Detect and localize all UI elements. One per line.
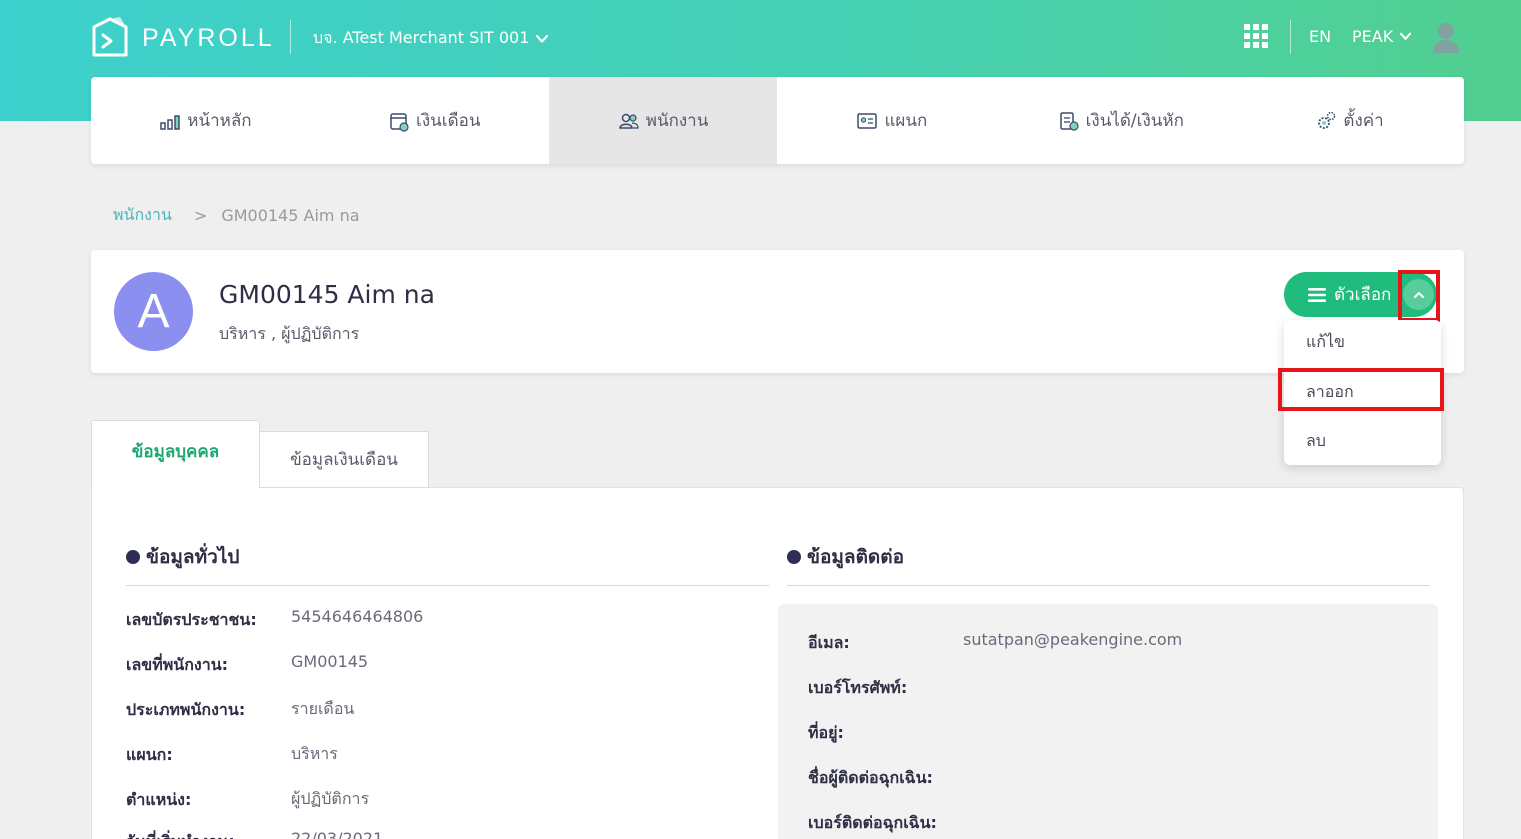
brand-name: PAYROLL <box>142 23 275 52</box>
field-label-emergency-contact: ชื่อผู้ติดต่อฉุกเฉิน: <box>808 768 933 787</box>
employee-department-position: บริหาร , ผู้ปฏิบัติการ <box>219 324 360 343</box>
field-label-position: ตำแหน่ง: <box>126 790 192 809</box>
field-value-department: บริหาร <box>291 744 338 763</box>
nav-item-home[interactable]: หน้าหลัก <box>91 77 320 164</box>
field-label-phone: เบอร์โทรศัพท์: <box>808 678 908 697</box>
money-doc-icon <box>1059 111 1079 131</box>
contact-section-title: ข้อมูลติดต่อ <box>787 542 904 572</box>
nav-item-salary[interactable]: เงินเดือน <box>320 77 549 164</box>
field-label-emergency-phone: เบอร์ติดต่อฉุกเฉิน: <box>808 813 937 832</box>
field-label-email: อีเมล: <box>808 633 850 652</box>
field-value-position: ผู้ปฏิบัติการ <box>291 789 370 808</box>
language-switch[interactable]: EN <box>1309 27 1331 46</box>
breadcrumb-current: GM00145 Aim na <box>221 206 360 225</box>
chevron-down-icon <box>536 34 549 43</box>
header-divider-right <box>1290 20 1291 54</box>
tab-salary-info[interactable]: ข้อมูลเงินเดือน <box>259 431 429 488</box>
section-title-text: ข้อมูลติดต่อ <box>807 546 904 568</box>
calendar-icon <box>390 112 409 132</box>
company-name: บจ. ATest Merchant SIT 001 <box>313 28 530 47</box>
nav-item-settings[interactable]: ตั้งค่า <box>1235 77 1464 164</box>
field-label-employee-type: ประเภทพนักงาน: <box>126 700 246 719</box>
options-toggle[interactable] <box>1403 279 1434 310</box>
chevron-up-icon <box>1413 291 1424 298</box>
field-value-employee-type: รายเดือน <box>291 699 355 718</box>
header-divider <box>290 20 291 54</box>
nav-item-label: เงินได้/เงินหัก <box>1085 111 1184 131</box>
field-value-id-card: 5454646464806 <box>291 607 424 626</box>
breadcrumb: พนักงาน > GM00145 Aim na <box>113 203 360 228</box>
users-icon <box>619 113 639 129</box>
company-selector[interactable]: บจ. ATest Merchant SIT 001 <box>313 26 549 51</box>
id-card-icon <box>857 112 878 129</box>
user-avatar-icon[interactable] <box>1430 20 1462 54</box>
options-label: ตัวเลือก <box>1334 285 1392 305</box>
menu-icon <box>1308 287 1326 302</box>
bullet-dot <box>126 550 140 564</box>
options-dropdown: แก้ไข ลาออก ลบ <box>1284 320 1441 465</box>
user-menu[interactable]: PEAK <box>1352 27 1412 46</box>
employee-name: GM00145 Aim na <box>219 280 435 309</box>
chevron-down-icon <box>1400 32 1412 40</box>
nav-item-label: แผนก <box>884 111 928 131</box>
field-label-start-date: วันที่เริ่มทำงาน: <box>126 830 235 839</box>
field-value-start-date: 22/03/2021 <box>291 829 384 839</box>
field-label-address: ที่อยู่: <box>808 723 844 742</box>
nav-item-income-deduction[interactable]: เงินได้/เงินหัก <box>1006 77 1235 164</box>
nav-item-label: หน้าหลัก <box>187 111 252 131</box>
bar-chart-icon <box>160 114 181 130</box>
nav-item-department[interactable]: แผนก <box>777 77 1006 164</box>
options-button[interactable]: ตัวเลือก <box>1284 272 1437 317</box>
field-value-email: sutatpan@peakengine.com <box>963 630 1183 649</box>
breadcrumb-separator: > <box>193 206 208 225</box>
payroll-logo-icon <box>92 17 128 57</box>
nav-item-label: เงินเดือน <box>416 111 481 131</box>
nav-item-label: ตั้งค่า <box>1343 111 1384 131</box>
menu-item-delete[interactable]: ลบ <box>1306 429 1326 454</box>
nav-item-employee[interactable]: พนักงาน <box>548 77 778 164</box>
field-value-employee-no: GM00145 <box>291 652 369 671</box>
avatar: A <box>114 272 193 351</box>
profile-card: A GM00145 Aim na บริหาร , ผู้ปฏิบัติการ <box>91 250 1464 373</box>
user-name: PEAK <box>1352 27 1394 46</box>
tab-personal-info[interactable]: ข้อมูลบุคคล <box>91 420 260 488</box>
section-divider <box>787 585 1430 586</box>
app-logo[interactable]: PAYROLL <box>90 14 275 62</box>
gears-icon <box>1318 111 1336 129</box>
field-label-department: แผนก: <box>126 745 173 764</box>
general-section-title: ข้อมูลทั่วไป <box>126 542 239 572</box>
top-bar: PAYROLL บจ. ATest Merchant SIT 001 EN PE… <box>0 0 1521 76</box>
menu-item-edit[interactable]: แก้ไข <box>1306 330 1345 355</box>
field-label-id-card: เลขบัตรประชาชน: <box>126 610 257 629</box>
apps-grid-icon[interactable] <box>1244 24 1268 48</box>
section-title-text: ข้อมูลทั่วไป <box>146 546 240 568</box>
main-nav: หน้าหลัก เงินเดือน พนักงาน แผนก เงินได้/… <box>91 77 1464 164</box>
menu-item-resign[interactable]: ลาออก <box>1306 380 1354 405</box>
bullet-dot <box>787 550 801 564</box>
section-divider <box>126 585 769 586</box>
breadcrumb-employee-link[interactable]: พนักงาน <box>113 203 172 228</box>
nav-item-label: พนักงาน <box>645 111 709 131</box>
field-label-employee-no: เลขที่พนักงาน: <box>126 655 229 674</box>
